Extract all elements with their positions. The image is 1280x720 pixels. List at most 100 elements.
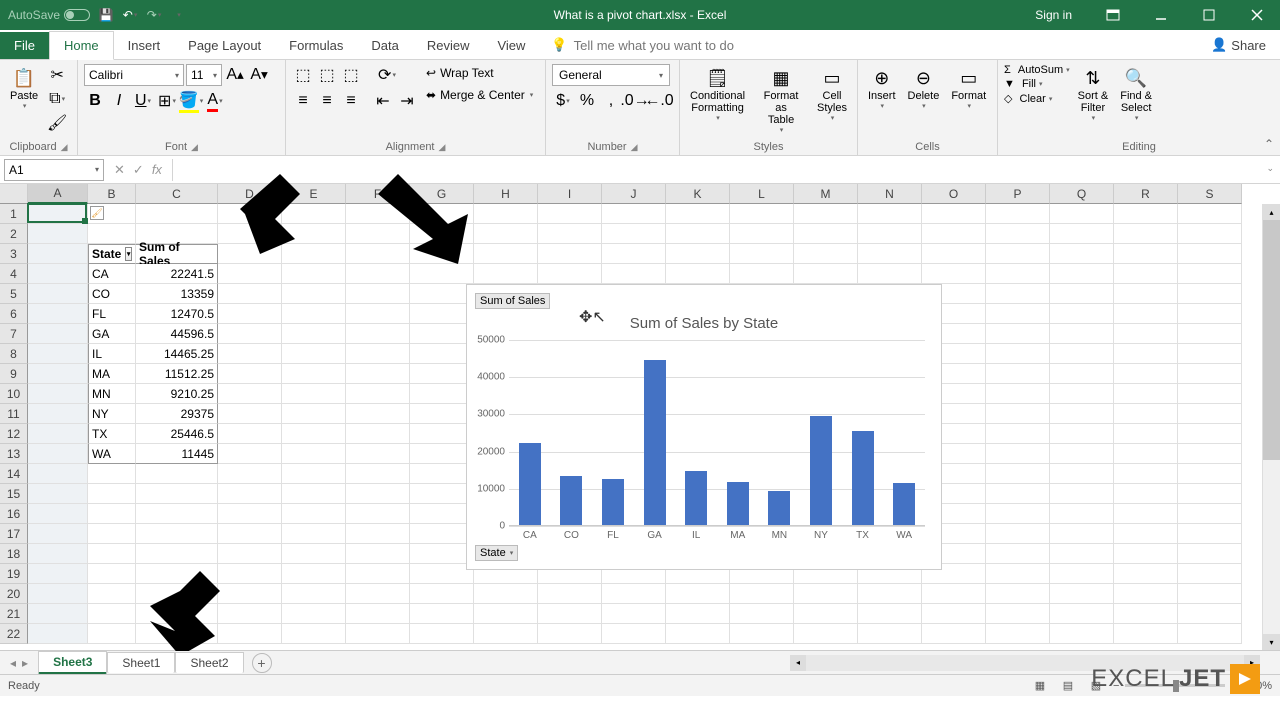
chart-title[interactable]: Sum of Sales by State	[467, 315, 941, 332]
cell[interactable]	[218, 364, 282, 384]
cell[interactable]	[666, 244, 730, 264]
number-format-combo[interactable]: General▾	[552, 64, 670, 86]
cell[interactable]: Sum of Sales	[136, 244, 218, 264]
cell[interactable]	[794, 604, 858, 624]
cell[interactable]	[282, 264, 346, 284]
cell[interactable]	[28, 564, 88, 584]
cell[interactable]	[1050, 604, 1114, 624]
cell[interactable]	[218, 344, 282, 364]
col-header-K[interactable]: K	[666, 184, 730, 204]
cell[interactable]	[1050, 344, 1114, 364]
cell[interactable]	[1114, 264, 1178, 284]
cell[interactable]	[1114, 204, 1178, 224]
cell[interactable]	[986, 224, 1050, 244]
cell[interactable]	[986, 584, 1050, 604]
cell[interactable]	[1050, 424, 1114, 444]
indent-decrease-icon[interactable]: ⇤	[372, 90, 394, 112]
cell[interactable]	[1178, 424, 1242, 444]
cell[interactable]	[1050, 444, 1114, 464]
cell[interactable]	[218, 284, 282, 304]
col-header-H[interactable]: H	[474, 184, 538, 204]
scroll-left-icon[interactable]: ◂	[790, 655, 806, 671]
cell[interactable]: 14465.25	[136, 344, 218, 364]
row-header-6[interactable]: 6	[0, 304, 28, 324]
cell[interactable]	[1178, 264, 1242, 284]
cell[interactable]	[28, 304, 88, 324]
cell[interactable]: NY	[88, 404, 136, 424]
cell[interactable]	[1178, 504, 1242, 524]
cell[interactable]	[1114, 484, 1178, 504]
cell[interactable]	[1114, 284, 1178, 304]
row-header-7[interactable]: 7	[0, 324, 28, 344]
cell[interactable]	[1178, 624, 1242, 644]
percent-icon[interactable]: %	[576, 90, 598, 112]
cell[interactable]	[28, 244, 88, 264]
row-header-16[interactable]: 16	[0, 504, 28, 524]
cell[interactable]	[1050, 464, 1114, 484]
cell[interactable]	[28, 604, 88, 624]
align-bottom-icon[interactable]: ⬚	[340, 64, 362, 86]
row-header-8[interactable]: 8	[0, 344, 28, 364]
cell[interactable]	[346, 424, 410, 444]
cell[interactable]	[346, 564, 410, 584]
number-launcher-icon[interactable]: ◢	[631, 142, 638, 153]
cell[interactable]	[666, 204, 730, 224]
row-header-5[interactable]: 5	[0, 284, 28, 304]
cell[interactable]	[346, 284, 410, 304]
cell[interactable]	[1114, 244, 1178, 264]
cell[interactable]	[986, 384, 1050, 404]
col-header-L[interactable]: L	[730, 184, 794, 204]
cell[interactable]	[282, 424, 346, 444]
cell[interactable]	[1178, 484, 1242, 504]
cell[interactable]	[28, 544, 88, 564]
cell[interactable]	[602, 224, 666, 244]
cell[interactable]	[1050, 524, 1114, 544]
cell[interactable]	[538, 584, 602, 604]
cell[interactable]: 29375	[136, 404, 218, 424]
cell[interactable]	[346, 604, 410, 624]
cell[interactable]	[218, 444, 282, 464]
cell[interactable]	[136, 204, 218, 224]
pivot-filter-icon[interactable]: ▾	[125, 247, 132, 261]
align-middle-icon[interactable]: ⬚	[316, 64, 338, 86]
cell[interactable]	[986, 484, 1050, 504]
cell[interactable]: 22241.5	[136, 264, 218, 284]
cell[interactable]	[218, 504, 282, 524]
cell[interactable]	[1178, 384, 1242, 404]
cell[interactable]	[218, 384, 282, 404]
cell[interactable]	[28, 344, 88, 364]
cell[interactable]	[410, 564, 474, 584]
cell[interactable]	[136, 504, 218, 524]
col-header-O[interactable]: O	[922, 184, 986, 204]
font-launcher-icon[interactable]: ◢	[191, 142, 198, 153]
cell[interactable]	[88, 604, 136, 624]
cell[interactable]	[88, 624, 136, 644]
cell[interactable]	[986, 404, 1050, 424]
chart-plot-area[interactable]: 01000020000300004000050000	[509, 340, 925, 526]
cell[interactable]: TX	[88, 424, 136, 444]
cell[interactable]	[986, 564, 1050, 584]
cell[interactable]	[88, 484, 136, 504]
col-header-S[interactable]: S	[1178, 184, 1242, 204]
add-sheet-button[interactable]: +	[252, 653, 272, 673]
cell[interactable]	[986, 324, 1050, 344]
tab-insert[interactable]: Insert	[114, 32, 175, 59]
row-header-14[interactable]: 14	[0, 464, 28, 484]
cell[interactable]	[282, 604, 346, 624]
cell[interactable]	[282, 404, 346, 424]
cell[interactable]	[282, 344, 346, 364]
sheet-nav-next-icon[interactable]: ▸	[22, 656, 28, 670]
underline-icon[interactable]: U▾	[132, 90, 154, 112]
cell[interactable]: 11445	[136, 444, 218, 464]
cell[interactable]	[1114, 344, 1178, 364]
cell[interactable]	[282, 544, 346, 564]
cell[interactable]	[218, 324, 282, 344]
page-layout-view-icon[interactable]: ▤	[1057, 675, 1079, 697]
col-header-C[interactable]: C	[136, 184, 218, 204]
cell[interactable]	[218, 524, 282, 544]
cell[interactable]	[218, 424, 282, 444]
cell[interactable]	[1050, 384, 1114, 404]
cell[interactable]	[986, 624, 1050, 644]
cell[interactable]	[346, 444, 410, 464]
cell[interactable]	[1050, 484, 1114, 504]
